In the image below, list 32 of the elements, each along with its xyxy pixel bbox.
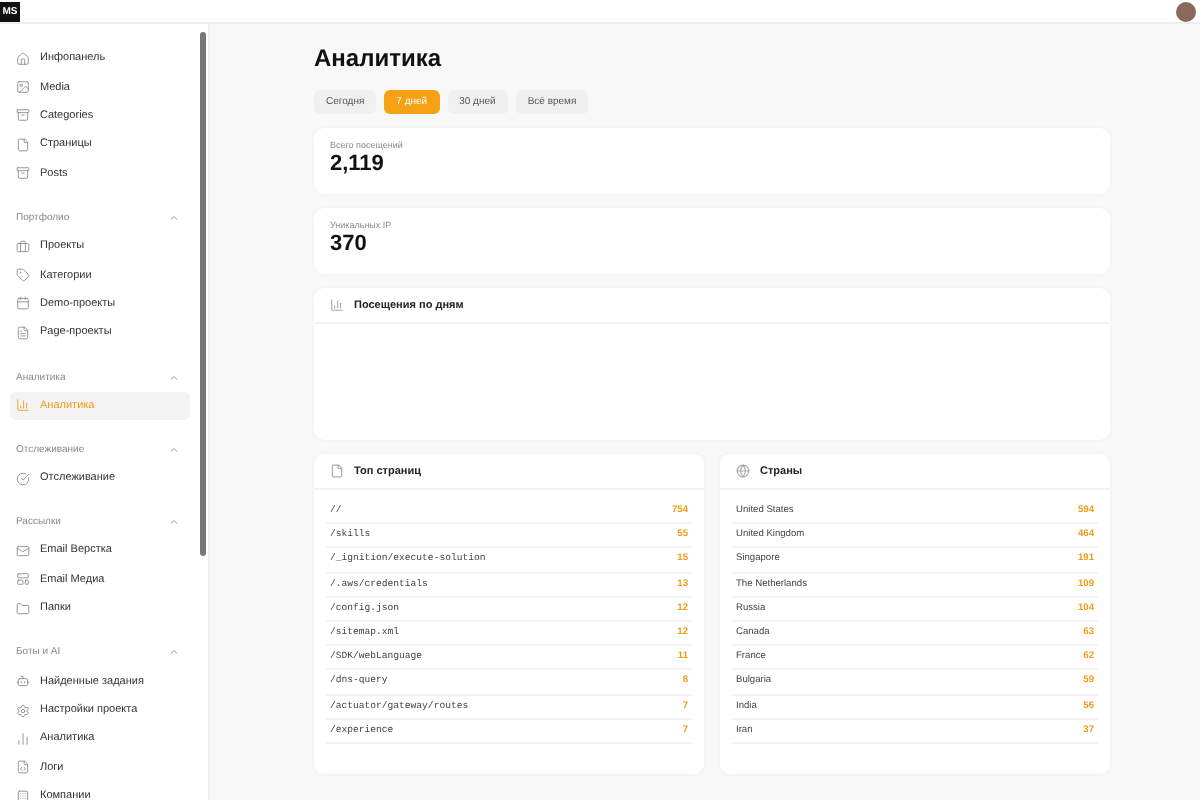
menu-icon	[16, 471, 30, 486]
menu-icon	[16, 398, 30, 413]
menu-icon	[16, 601, 30, 616]
chevron-icon[interactable]	[168, 646, 180, 659]
menu-icon	[16, 296, 30, 311]
menu-icon	[16, 51, 30, 66]
menu-icon	[16, 543, 30, 558]
menu-icon	[16, 674, 30, 689]
menu-icon	[16, 80, 30, 95]
file-icon	[330, 464, 344, 478]
menu-icon	[16, 166, 30, 181]
menu-icon	[16, 137, 30, 152]
menu-icon	[16, 239, 30, 254]
menu-icon	[16, 325, 30, 340]
globe-icon	[736, 464, 750, 478]
scrollbar[interactable]	[200, 32, 206, 556]
bar-chart-icon	[330, 298, 344, 312]
chevron-icon[interactable]	[168, 516, 180, 529]
avatar[interactable]	[1176, 1, 1196, 21]
stat-value: 2,119	[330, 152, 386, 176]
chevron-icon[interactable]	[168, 443, 180, 456]
stat-value: 370	[330, 232, 369, 256]
chevron-icon[interactable]	[168, 211, 180, 224]
menu-icon	[16, 731, 30, 746]
menu-icon	[16, 703, 30, 718]
menu-icon	[16, 268, 30, 283]
menu-icon	[16, 789, 30, 800]
page-title: Аналитика	[314, 44, 444, 72]
menu-icon	[16, 760, 30, 775]
menu-icon	[16, 572, 30, 587]
menu-icon	[16, 108, 30, 123]
chevron-icon[interactable]	[168, 371, 180, 384]
